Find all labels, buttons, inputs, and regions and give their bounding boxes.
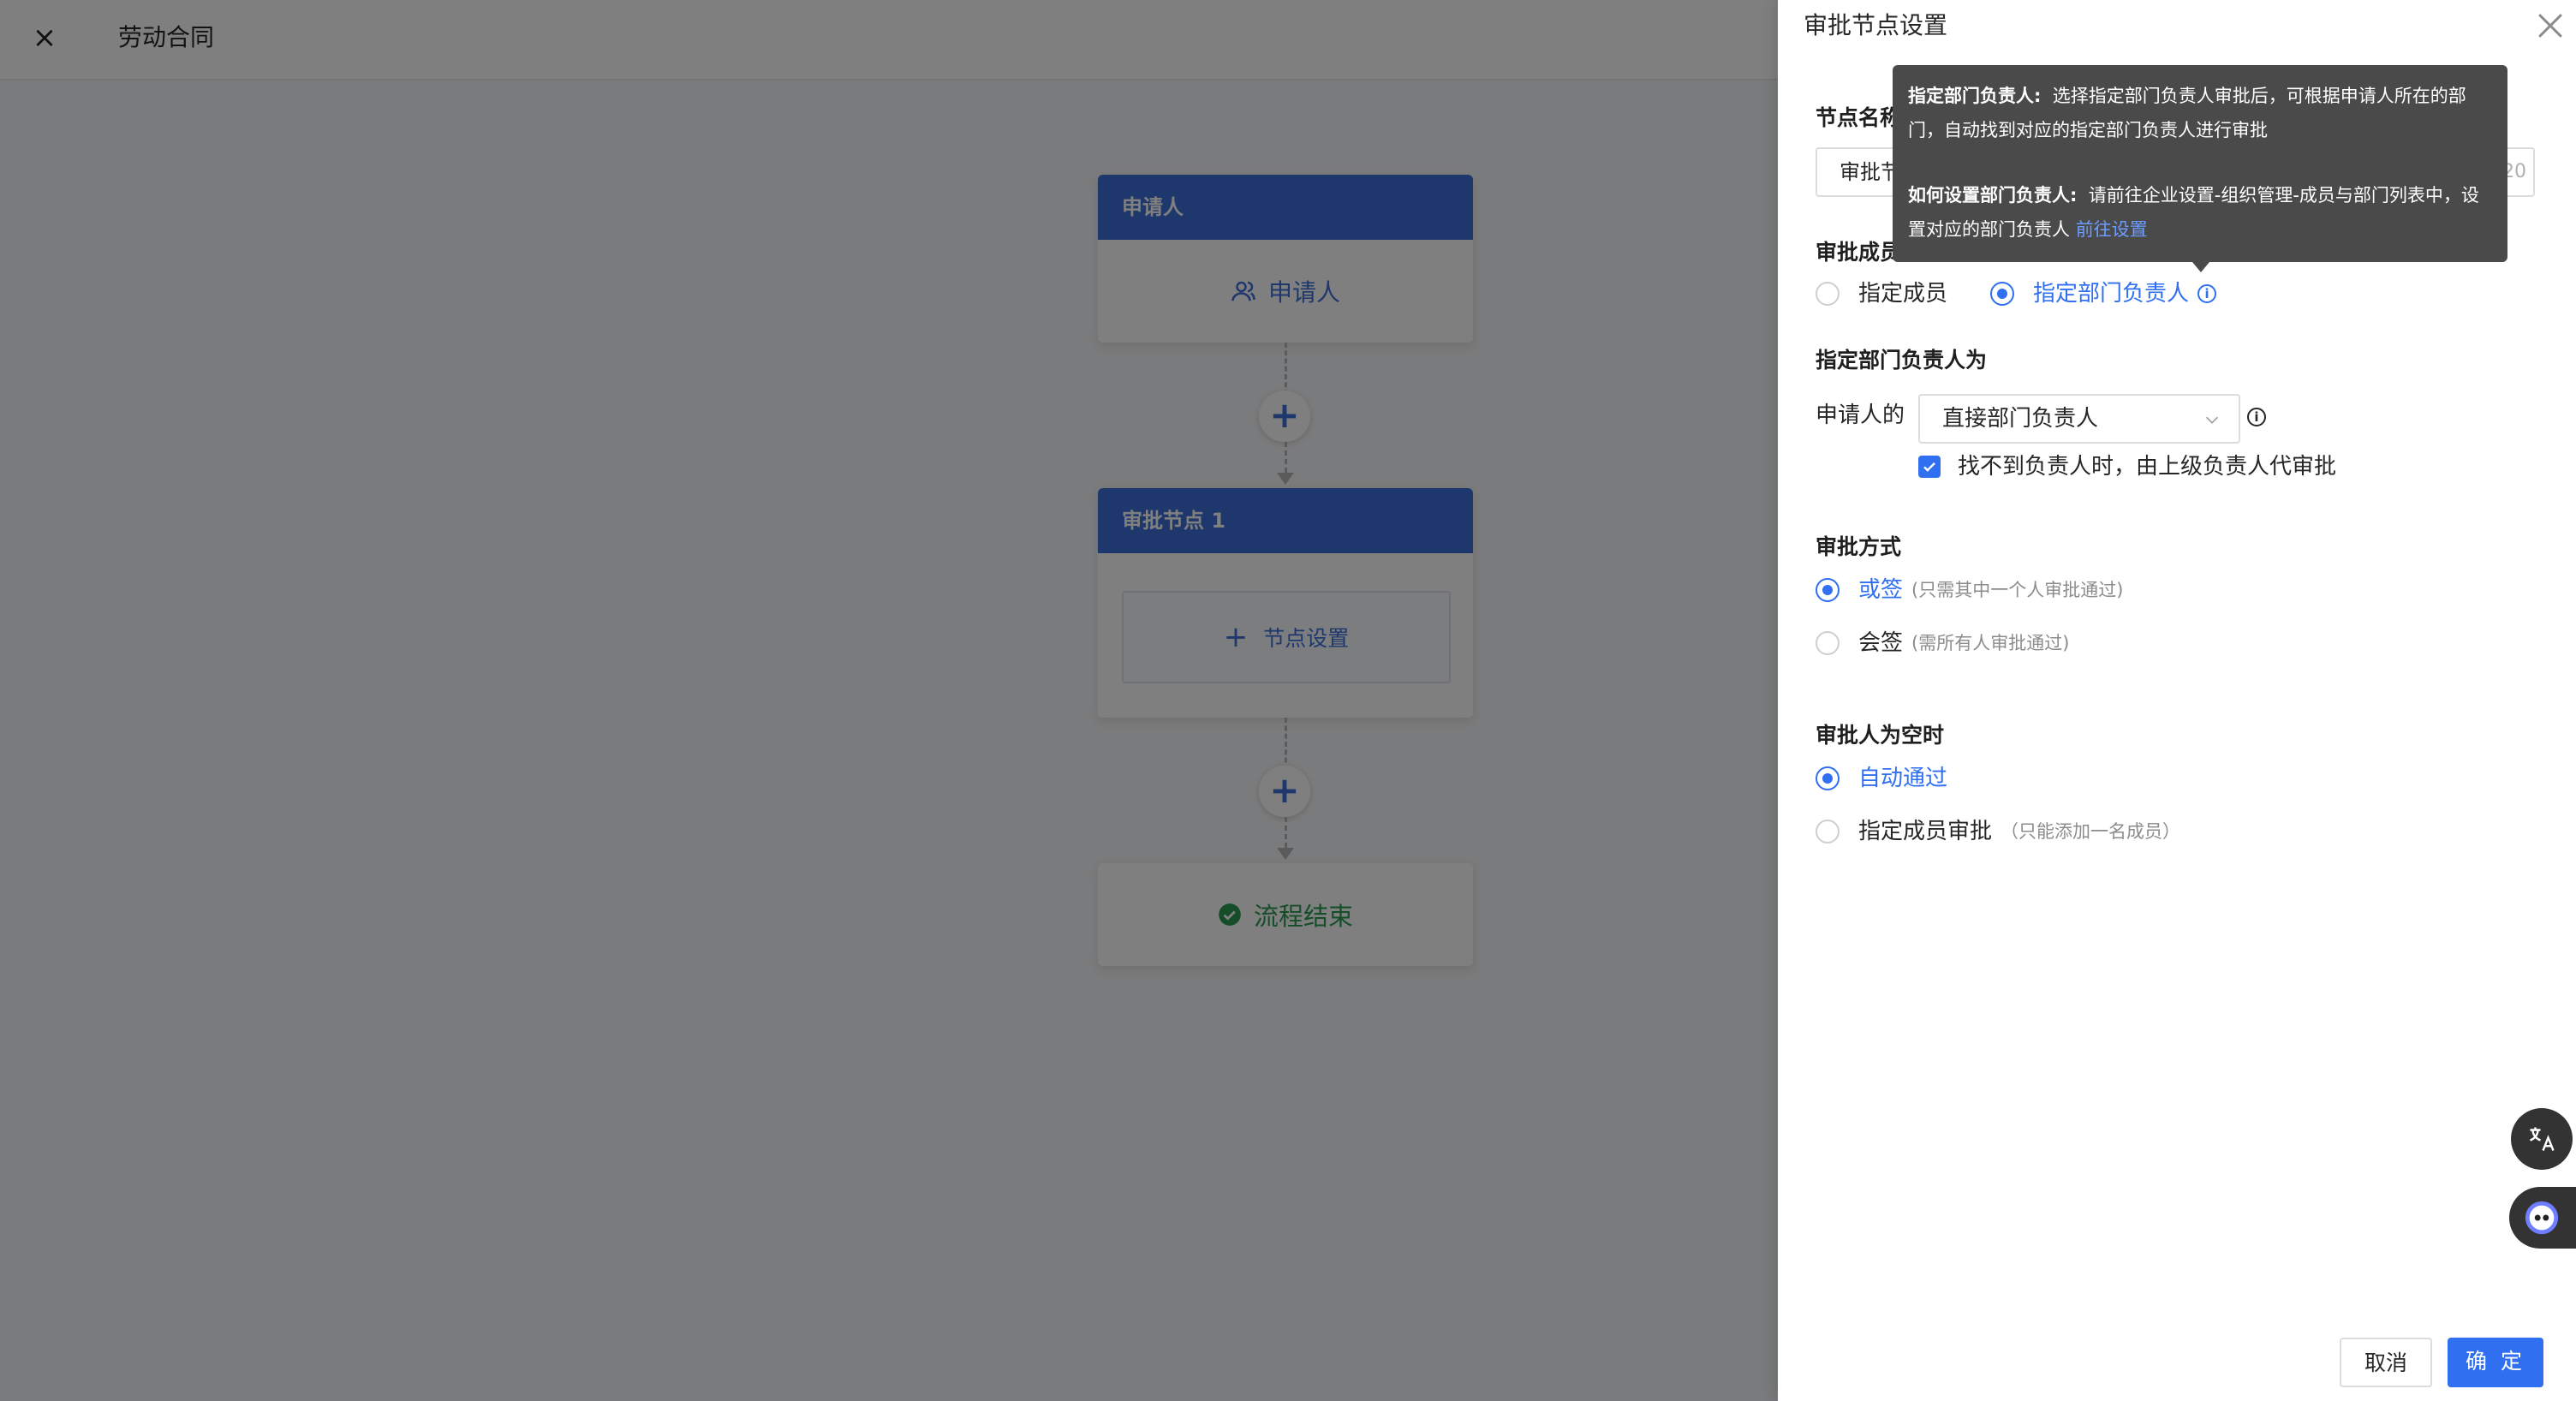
tooltip-paragraph-1: 指定部门负责人: 选择指定部门负责人审批后，可根据申请人所在的部门，自动找到对应… — [1908, 79, 2492, 147]
node-name-label: 节点名称 — [1816, 105, 1902, 130]
radio-circle[interactable] — [1816, 578, 1840, 602]
empty-approver-label: 审批人为空时 — [1816, 723, 1945, 748]
tooltip-title-2: 如何设置部门负责人: — [1908, 185, 2078, 206]
radio-specified-member[interactable]: 指定成员 — [1816, 279, 1947, 308]
goto-settings-link[interactable]: 前往设置 — [2076, 219, 2148, 240]
fallback-label: 找不到负责人时，由上级负责人代审批 — [1958, 454, 2337, 480]
members-label: 审批成员 — [1816, 240, 1902, 265]
radio-circle[interactable] — [1816, 766, 1840, 790]
check-icon — [1923, 462, 1935, 472]
chevron-down-icon — [2205, 416, 2219, 424]
close-icon[interactable] — [2531, 7, 2569, 45]
dept-head-prefix: 申请人的 — [1816, 401, 1905, 430]
drawer-title: 审批节点设置 — [1804, 11, 1948, 39]
dept-head-label: 指定部门负责人为 — [1816, 348, 1988, 373]
radio-note: (需所有人审批通过) — [1911, 633, 2070, 653]
tooltip-arrow — [2192, 262, 2209, 272]
radio-circle[interactable] — [1990, 282, 2014, 306]
radio-label: 指定成员 — [1858, 281, 1948, 307]
radio-label: 会签 — [1858, 630, 1904, 656]
bot-icon — [2525, 1201, 2559, 1235]
fallback-checkbox-row[interactable]: 找不到负责人时，由上级负责人代审批 — [1918, 452, 2336, 481]
dept-head-select[interactable]: 直接部门负责人 — [1918, 394, 2240, 444]
radio-co-sign[interactable]: 会签 (需所有人审批通过) — [1816, 629, 2069, 658]
tooltip-title-1: 指定部门负责人: — [1908, 86, 2042, 106]
info-icon[interactable]: i — [2197, 284, 2217, 303]
translate-button[interactable] — [2511, 1108, 2573, 1170]
radio-auto-pass[interactable]: 自动通过 — [1816, 764, 1947, 793]
radio-label: 指定部门负责人 — [2033, 281, 2190, 307]
radio-dept-head[interactable]: 指定部门负责人 i — [1990, 279, 2217, 308]
radio-circle[interactable] — [1816, 820, 1840, 844]
tooltip-paragraph-2: 如何设置部门负责人: 请前往企业设置-组织管理-成员与部门列表中，设置对应的部门… — [1908, 178, 2492, 247]
radio-circle[interactable] — [1816, 282, 1840, 306]
radio-label: 或签 — [1858, 577, 1904, 603]
cancel-button[interactable]: 取消 — [2340, 1338, 2432, 1387]
translate-icon — [2530, 1127, 2555, 1151]
dept-head-select-value: 直接部门负责人 — [1942, 406, 2099, 432]
assistant-button[interactable] — [2509, 1187, 2576, 1249]
fallback-checkbox[interactable] — [1918, 456, 1941, 478]
method-label: 审批方式 — [1816, 534, 1902, 559]
radio-or-sign[interactable]: 或签 (只需其中一个人审批通过) — [1816, 575, 2123, 605]
dept-head-tooltip: 指定部门负责人: 选择指定部门负责人审批后，可根据申请人所在的部门，自动找到对应… — [1893, 65, 2507, 262]
modal-overlay[interactable] — [0, 0, 1778, 1401]
radio-specified-approver[interactable]: 指定成员审批 （只能添加一名成员） — [1816, 817, 2180, 846]
radio-circle[interactable] — [1816, 631, 1840, 655]
confirm-button[interactable]: 确 定 — [2448, 1338, 2543, 1387]
info-icon[interactable]: i — [2247, 408, 2266, 426]
radio-label: 自动通过 — [1858, 766, 1948, 791]
radio-note: (只需其中一个人审批通过) — [1911, 580, 2124, 600]
radio-label: 指定成员审批 — [1858, 819, 1993, 844]
radio-note: （只能添加一名成员） — [2001, 821, 2181, 842]
dept-head-prefix-text: 申请人的 — [1816, 402, 1905, 428]
